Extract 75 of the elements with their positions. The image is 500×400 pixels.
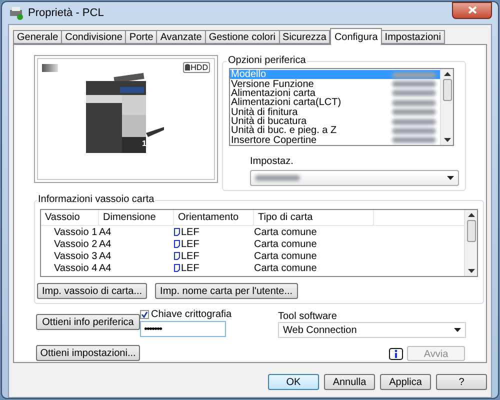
window-title: Proprietà - PCL <box>28 6 104 21</box>
list-item[interactable]: Unità di bucatura <box>230 116 440 126</box>
info-icon[interactable] <box>389 348 403 360</box>
close-button[interactable] <box>452 2 492 18</box>
close-icon <box>468 6 476 14</box>
blurred-value <box>392 90 436 96</box>
checkbox-label: Chiave crittografia <box>151 308 232 322</box>
tray-setting-button[interactable]: Imp. nome carta per l'utente... <box>155 283 298 299</box>
table-cell-text: A4 <box>99 250 112 264</box>
tab[interactable]: Impostazioni <box>380 30 445 44</box>
table-cell-text: A4 <box>99 262 112 276</box>
table-cell-text: Vassoio 4 <box>53 262 98 276</box>
tab[interactable]: Generale <box>13 30 62 44</box>
table-cell-text: Vassoio 1 <box>53 226 98 240</box>
table-cell-text: LEF <box>181 262 200 276</box>
get-settings-button[interactable]: Ottieni impostazioni... <box>36 345 140 361</box>
dialog-button[interactable]: ? <box>436 374 487 390</box>
table-cell-text: LEF <box>181 226 200 240</box>
tab[interactable]: Porte <box>125 30 158 44</box>
column-header[interactable]: Tipo di carta <box>254 210 374 225</box>
tab[interactable]: Avanzate <box>156 30 206 44</box>
tool-software-dropdown[interactable]: Web Connection <box>278 322 466 338</box>
tab[interactable]: Configura <box>330 28 382 45</box>
table-cell-text: LEF <box>181 250 200 264</box>
list-item[interactable]: Unità di buc. e pieg. a Z <box>230 126 440 136</box>
printer-icon <box>9 6 23 20</box>
tab[interactable]: Gestione colori <box>204 30 280 44</box>
column-header[interactable]: Dimensione <box>99 210 174 225</box>
blurred-value <box>255 175 300 181</box>
dialog-button[interactable]: Applica <box>380 374 431 390</box>
group-title: Opzioni periferica <box>227 55 307 67</box>
table-cell-text: Vassoio 2 <box>53 238 98 252</box>
column-header[interactable]: Vassoio <box>41 210 99 225</box>
group-title: Informazioni vassoio carta <box>37 194 156 206</box>
list-item[interactable]: Alimentazioni carta(LCT) <box>230 98 440 108</box>
blurred-value <box>392 81 436 88</box>
blurred-value <box>392 128 436 134</box>
tray-number: 1 <box>142 140 146 148</box>
dialog-button[interactable]: Annulla <box>324 374 375 390</box>
list-item[interactable]: Versione Funzione <box>230 79 440 89</box>
table-cell-text: Vassoio 3 <box>53 250 98 264</box>
table-cell-text: Carta comune <box>254 238 317 252</box>
table-cell-text: Carta comune <box>254 226 317 240</box>
field-label: Tool software <box>278 310 338 322</box>
table-cell-text: Carta comune <box>254 262 317 276</box>
list-item[interactable]: Insertore Copertine <box>230 136 440 145</box>
scrollbar[interactable] <box>440 69 453 145</box>
scroll-thumb[interactable] <box>466 220 476 242</box>
dropdown-arrow-icon <box>454 328 461 332</box>
column-header[interactable]: Orientamento <box>174 210 254 225</box>
blurred-value <box>392 118 436 125</box>
scrollbar[interactable] <box>464 210 477 276</box>
table-cell-text: A4 <box>99 238 112 252</box>
dropdown-arrow-icon <box>447 176 454 180</box>
password-field[interactable]: ••••••• <box>140 321 226 337</box>
blurred-value <box>392 137 436 144</box>
list-item[interactable]: Unità di finitura <box>230 108 440 117</box>
checkbox[interactable] <box>140 310 149 318</box>
get-info-button[interactable]: Ottieni info periferica <box>36 314 140 330</box>
blurred-value <box>392 72 436 78</box>
tray-setting-button[interactable]: Imp. vassoio di carta... <box>37 283 148 299</box>
table-cell-text: A4 <box>99 226 112 240</box>
tab[interactable]: Sicurezza <box>278 30 330 44</box>
scroll-thumb[interactable] <box>442 79 452 101</box>
color-mode-icon <box>42 64 58 72</box>
hdd-label: HDD <box>190 63 208 72</box>
table-cell-text: Carta comune <box>254 250 317 264</box>
check-icon <box>141 310 148 318</box>
blurred-value <box>392 109 436 116</box>
table-cell-text: LEF <box>181 238 200 252</box>
list-item[interactable]: Alimentazioni carta <box>230 88 440 98</box>
blurred-value <box>392 100 436 106</box>
field-label: Impostaz. <box>250 156 294 167</box>
tab[interactable]: Condivisione <box>61 30 126 44</box>
dialog-button[interactable]: OK <box>268 374 319 390</box>
